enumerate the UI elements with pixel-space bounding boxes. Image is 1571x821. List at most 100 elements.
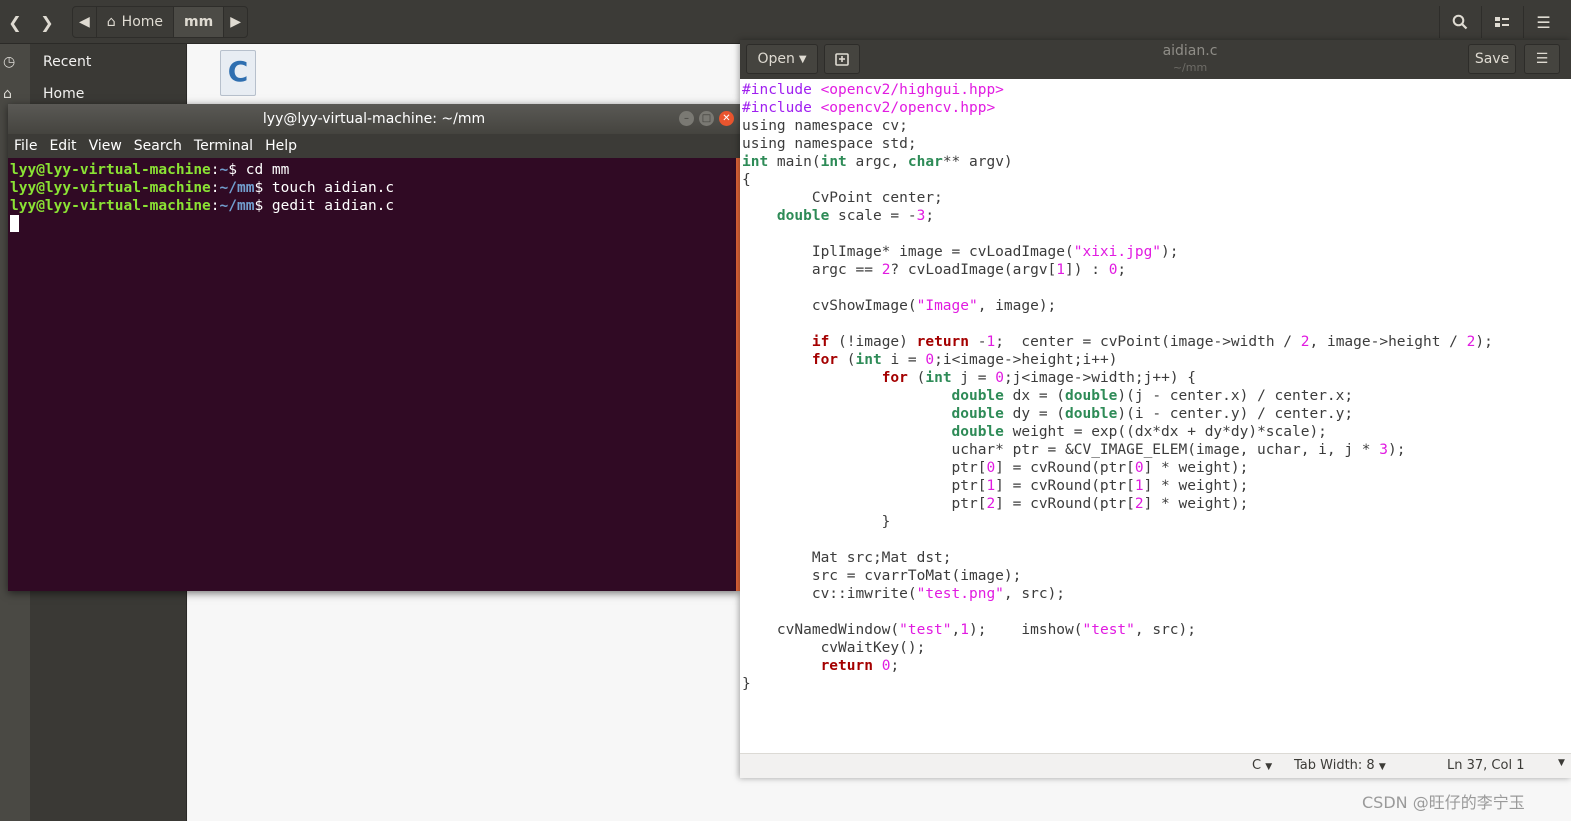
save-label: Save [1474, 51, 1510, 67]
view-toggle-button[interactable] [1481, 6, 1521, 38]
menu-file[interactable]: File [14, 138, 37, 154]
code-line: using namespace cv; [742, 118, 908, 134]
file-manager-header: ❮ ❯ ◀ ⌂ Home mm ▶ ☰ [0, 0, 1571, 44]
open-button[interactable]: Open ▼ [746, 44, 818, 74]
caret-left-icon: ◀ [79, 14, 90, 30]
home-icon: ⌂ [3, 86, 12, 102]
terminal-window: lyy@lyy-virtual-machine: ~/mm – □ ✕ File… [8, 104, 740, 591]
dropdown-arrow-icon: ▼ [1378, 762, 1386, 772]
menu-edit[interactable]: Edit [49, 138, 76, 154]
terminal-output[interactable]: lyy@lyy-virtual-machine:~$ cd mm lyy@lyy… [8, 158, 736, 591]
code-line: for (int j = 0;j<image->width;j++) { [881, 370, 1197, 386]
breadcrumb-home[interactable]: ⌂ Home [97, 7, 175, 37]
code-line: Mat src;Mat dst; [742, 550, 952, 566]
chevron-left-icon: ❮ [8, 12, 22, 32]
document-title: aidian.c [1162, 43, 1218, 59]
gedit-window: Open ▼ aidian.c ~/mm Save ☰ #include <op… [740, 40, 1571, 778]
menu-button[interactable]: ☰ [1523, 6, 1563, 38]
code-line: using namespace std; [742, 136, 917, 152]
code-line: } [742, 514, 891, 530]
code-line: #include <opencv2/highgui.hpp> [742, 82, 1004, 98]
terminal-cursor-line [10, 215, 736, 233]
sidebar-item-home[interactable]: Home [43, 86, 84, 102]
language-selector[interactable]: C ▼ [1252, 758, 1272, 773]
close-icon: ✕ [722, 113, 731, 124]
breadcrumb: ◀ ⌂ Home mm ▶ [72, 6, 248, 38]
cursor-position[interactable]: Ln 37, Col 1 [1447, 758, 1524, 773]
search-icon [1452, 14, 1467, 30]
menu-terminal[interactable]: Terminal [194, 138, 253, 154]
breadcrumb-right-arrow[interactable]: ▶ [224, 7, 247, 37]
minimize-button[interactable]: – [679, 111, 694, 126]
sidebar-item-recent[interactable]: Recent [43, 54, 91, 70]
text-cursor [10, 215, 19, 232]
code-line: ptr[0] = cvRound(ptr[0] * weight); [742, 460, 1249, 476]
terminal-line: lyy@lyy-virtual-machine:~/mm$ gedit aidi… [10, 198, 395, 214]
caret-right-icon: ▶ [230, 14, 241, 30]
close-button[interactable]: ✕ [719, 111, 734, 126]
code-editor[interactable]: #include <opencv2/highgui.hpp> #include <… [742, 81, 1568, 731]
code-line: int main(int argc, char** argv) [742, 154, 1013, 170]
maximize-icon: □ [701, 113, 712, 124]
code-line: uchar* ptr = &CV_IMAGE_ELEM(image, uchar… [742, 442, 1406, 458]
hamburger-icon: ☰ [1535, 51, 1549, 67]
new-tab-button[interactable] [824, 44, 860, 74]
gedit-headerbar: Open ▼ aidian.c ~/mm Save ☰ [740, 40, 1571, 79]
maximize-button[interactable]: □ [699, 111, 714, 126]
code-line: if (!image) return -1; center = cvPoint(… [811, 334, 1493, 350]
c-source-file-icon[interactable]: C [220, 50, 256, 96]
document-path: ~/mm [1172, 61, 1208, 74]
breadcrumb-left-arrow[interactable]: ◀ [73, 7, 97, 37]
forward-button[interactable]: ❯ [32, 6, 62, 38]
menu-search[interactable]: Search [134, 138, 182, 154]
code-line: cv::imwrite("test.png", src); [742, 586, 1066, 602]
new-document-icon [835, 53, 849, 66]
open-label: Open [757, 51, 795, 67]
prompt-user: lyy@lyy-virtual-machine [10, 162, 211, 178]
code-line: double dy = (double)(i - center.y) / cen… [951, 406, 1354, 422]
code-line: cvShowImage("Image", image); [742, 298, 1057, 314]
dropdown-arrow-icon: ▼ [1265, 762, 1273, 772]
cursor-position-label: Ln 37, Col 1 [1447, 758, 1525, 773]
prompt-command: touch aidian.c [271, 180, 395, 196]
breadcrumb-current[interactable]: mm [174, 7, 225, 37]
code-line: #include <opencv2/opencv.hpp> [742, 100, 996, 116]
code-line: CvPoint center; [742, 190, 943, 206]
back-button[interactable]: ❮ [0, 6, 30, 38]
code-line: cvWaitKey(); [742, 640, 926, 656]
code-line: double dx = (double)(j - center.x) / cen… [951, 388, 1354, 404]
terminal-line: lyy@lyy-virtual-machine:~$ cd mm [10, 162, 290, 178]
code-line: argc == 2? cvLoadImage(argv[1]) : 0; [742, 262, 1127, 278]
tab-width-selector[interactable]: Tab Width: 8 ▼ [1294, 758, 1386, 773]
search-button[interactable] [1439, 6, 1479, 38]
prompt-path: ~/mm [219, 180, 255, 196]
code-line: double weight = exp((dx*dx + dy*dy)*scal… [951, 424, 1327, 440]
code-line: } [742, 676, 751, 692]
code-line: for (int i = 0;i<image->height;i++) [811, 352, 1118, 368]
code-line: src = cvarrToMat(image); [742, 568, 1022, 584]
sidebar-item-label: Recent [43, 54, 92, 70]
gedit-menu-button[interactable]: ☰ [1524, 44, 1560, 74]
dropdown-arrow-icon[interactable]: ▼ [1558, 758, 1565, 768]
clock-icon: ◷ [3, 54, 16, 70]
terminal-title: lyy@lyy-virtual-machine: ~/mm [8, 104, 740, 134]
prompt-command: cd mm [245, 162, 290, 178]
terminal-line: lyy@lyy-virtual-machine:~/mm$ touch aidi… [10, 180, 395, 196]
prompt-user: lyy@lyy-virtual-machine [10, 180, 211, 196]
terminal-menubar: File Edit View Search Terminal Help [8, 134, 740, 158]
code-line: ptr[2] = cvRound(ptr[2] * weight); [742, 496, 1249, 512]
breadcrumb-home-label: Home [121, 14, 164, 30]
prompt-path: ~/mm [219, 198, 255, 214]
breadcrumb-current-label: mm [184, 14, 214, 30]
menu-view[interactable]: View [89, 138, 122, 154]
language-label: C [1252, 758, 1262, 773]
code-line: { [742, 172, 751, 188]
prompt-command: gedit aidian.c [271, 198, 395, 214]
prompt-path: ~ [219, 162, 229, 178]
tab-width-label: Tab Width: 8 [1294, 758, 1375, 773]
menu-help[interactable]: Help [265, 138, 297, 154]
code-line: IplImage* image = cvLoadImage("xixi.jpg"… [742, 244, 1179, 260]
save-button[interactable]: Save [1468, 44, 1516, 74]
